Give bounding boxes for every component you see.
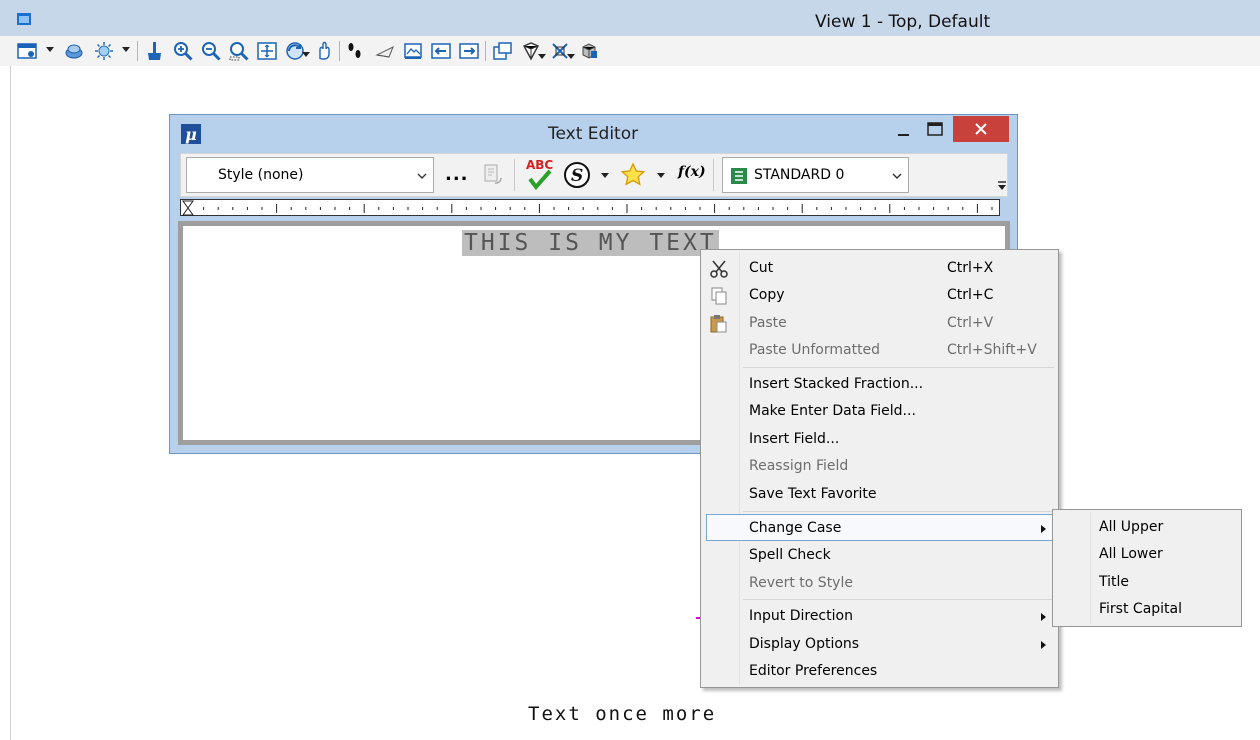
close-button[interactable] (953, 116, 1009, 142)
chevron-down-icon[interactable] (122, 47, 130, 53)
copy-view-icon[interactable] (492, 40, 514, 62)
view-app-icon (17, 13, 31, 25)
zoom-out-icon[interactable] (200, 40, 222, 62)
chevron-down-icon[interactable] (567, 54, 575, 60)
chevron-down-icon[interactable] (302, 52, 310, 58)
menu-item-input-direction[interactable]: Input Direction (703, 603, 1056, 630)
levels-display-icon[interactable] (578, 40, 600, 62)
menu-separator (743, 511, 1054, 512)
zoom-in-icon[interactable] (172, 40, 194, 62)
font-dropdown[interactable]: STANDARD 0 (722, 157, 909, 193)
indent-marker-icon[interactable] (182, 200, 194, 216)
menu-item-save-text-favorite[interactable]: Save Text Favorite (703, 481, 1056, 508)
editor-titlebar[interactable]: μ Text Editor (170, 115, 1017, 151)
editor-toolbar: Style (none) ... ABC S f(x) STANDARD 0 (180, 153, 1008, 197)
submenu-arrow-icon (1041, 525, 1046, 533)
spell-check-icon[interactable]: ABC (524, 157, 556, 193)
maximize-icon[interactable] (920, 119, 950, 141)
display-style-icon[interactable] (402, 40, 424, 62)
pan-icon[interactable] (313, 40, 335, 62)
fit-view-icon[interactable] (256, 40, 278, 62)
walk-icon[interactable] (344, 40, 366, 62)
toolbar-overflow-icon[interactable] (997, 181, 1007, 191)
submenu-item-all-lower[interactable]: All Lower (1055, 541, 1239, 568)
update-view-icon[interactable] (144, 40, 166, 62)
context-menu: Cut Ctrl+X Copy Ctrl+C Paste Ctrl+V Past… (700, 249, 1059, 688)
chevron-down-icon (892, 173, 902, 179)
chevron-down-icon[interactable] (601, 173, 609, 179)
toolbar-separator (339, 41, 340, 61)
menu-item-insert-field[interactable]: Insert Field... (703, 426, 1056, 453)
paste-icon (710, 315, 727, 333)
levels-icon[interactable] (63, 40, 85, 62)
close-icon (975, 123, 987, 135)
selected-text[interactable]: THIS IS MY TEXT (462, 230, 719, 256)
minimize-icon[interactable] (890, 119, 916, 141)
submenu-arrow-icon (1041, 641, 1046, 649)
next-view-icon[interactable] (458, 40, 480, 62)
view-title: View 1 - Top, Default (815, 12, 991, 32)
change-case-submenu: All Upper All Lower Title First Capital (1052, 509, 1242, 627)
camera-icon[interactable] (374, 40, 396, 62)
favorites-star-icon[interactable] (619, 161, 647, 189)
menu-item-reassign-field[interactable]: Reassign Field (703, 453, 1056, 480)
toolbar-separator (514, 159, 515, 191)
menu-item-paste[interactable]: Paste Ctrl+V (703, 310, 1056, 337)
menu-item-editor-preferences[interactable]: Editor Preferences (703, 658, 1056, 685)
apply-style-icon[interactable] (479, 161, 507, 189)
submenu-item-title[interactable]: Title (1055, 569, 1239, 596)
menu-item-change-case[interactable]: Change Case (706, 514, 1053, 541)
editor-title: Text Editor (548, 124, 639, 144)
menu-item-make-enter-data-field[interactable]: Make Enter Data Field... (703, 398, 1056, 425)
rotate-view-icon[interactable] (284, 40, 306, 62)
toolbar-separator (137, 41, 138, 61)
submenu-arrow-icon (1041, 613, 1046, 621)
chevron-down-icon[interactable] (46, 47, 54, 53)
ruler-ticks (182, 200, 993, 216)
style-dropdown[interactable]: Style (none) (186, 157, 434, 193)
font-type-icon (731, 168, 747, 184)
toolbar-separator (485, 41, 486, 61)
submenu-item-first-capital[interactable]: First Capital (1055, 596, 1239, 623)
menu-item-cut[interactable]: Cut Ctrl+X (703, 255, 1056, 282)
insert-function-icon[interactable]: f(x) (678, 164, 706, 180)
svg-text:S: S (571, 166, 583, 186)
lighting-icon[interactable] (93, 40, 115, 62)
scissors-icon (710, 260, 728, 278)
view-titlebar: View 1 - Top, Default (0, 0, 1260, 36)
copy-icon (711, 287, 727, 305)
symbol-icon[interactable]: S (562, 160, 592, 190)
style-dropdown-value: Style (none) (218, 167, 304, 183)
menu-separator (743, 367, 1054, 368)
menu-separator (743, 599, 1054, 600)
view-toolbar (0, 36, 1260, 66)
menu-item-revert-to-style[interactable]: Revert to Style (703, 570, 1056, 597)
menu-item-display-options[interactable]: Display Options (703, 631, 1056, 658)
previous-view-icon[interactable] (430, 40, 452, 62)
font-dropdown-value: STANDARD 0 (754, 167, 845, 183)
canvas-text-element[interactable]: Text once more (528, 703, 716, 725)
submenu-item-all-upper[interactable]: All Upper (1055, 514, 1239, 541)
toolbar-separator (713, 159, 714, 191)
chevron-down-icon (417, 173, 427, 179)
window-area-icon[interactable] (228, 40, 250, 62)
chevron-down-icon[interactable] (657, 173, 665, 179)
chevron-down-icon[interactable] (538, 54, 546, 60)
svg-text:ABC: ABC (526, 158, 553, 172)
menu-item-spell-check[interactable]: Spell Check (703, 542, 1056, 569)
view-border (10, 66, 11, 740)
ruler[interactable] (180, 199, 1000, 216)
microstation-logo-icon: μ (181, 124, 201, 144)
menu-item-copy[interactable]: Copy Ctrl+C (703, 282, 1056, 309)
menu-item-paste-unformatted[interactable]: Paste Unformatted Ctrl+Shift+V (703, 337, 1056, 364)
menu-item-insert-stacked-fraction[interactable]: Insert Stacked Fraction... (703, 371, 1056, 398)
view-attributes-icon[interactable] (16, 40, 38, 62)
more-styles-button[interactable]: ... (445, 164, 469, 185)
